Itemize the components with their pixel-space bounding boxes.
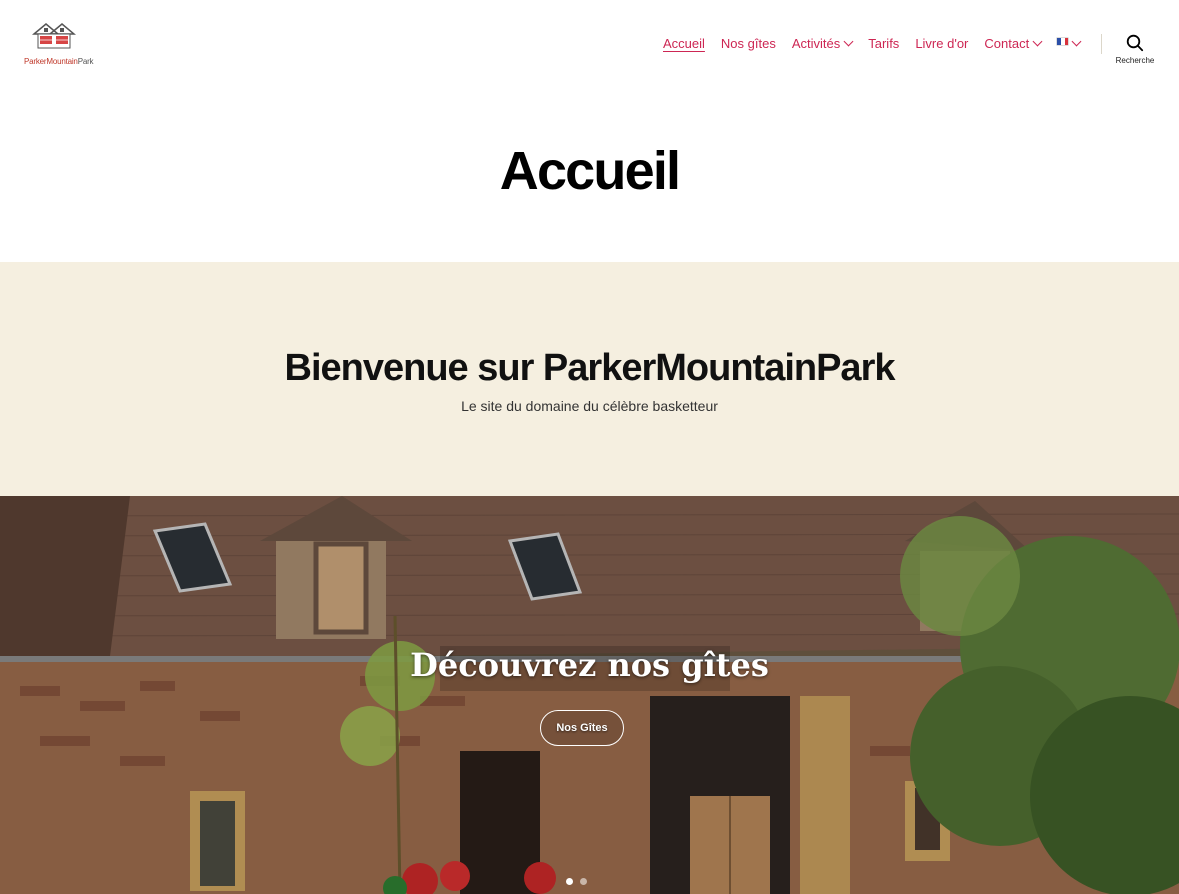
nav-item-label: Tarifs — [868, 36, 900, 51]
fr-flag-icon — [1057, 37, 1069, 45]
slider-dot-2[interactable] — [580, 878, 587, 885]
nav-item-label: Accueil — [663, 36, 705, 51]
header-divider — [1101, 34, 1102, 54]
page-title: Accueil — [499, 141, 681, 201]
logo-text-mountain: Mountain — [46, 57, 78, 66]
site-logo-text: ParkerMountainPark — [24, 57, 94, 66]
search-label: Recherche — [1115, 56, 1155, 65]
logo-text-parker: Parker — [24, 57, 47, 66]
nav-item-label: Activités — [791, 36, 841, 51]
site-header: ParkerMountainPark Accueil Nos gîtes Act… — [0, 0, 1179, 96]
intro-section: Bienvenue sur ParkerMountainPark Le site… — [0, 262, 1179, 496]
house-logo-icon — [32, 23, 76, 49]
nav-item-label: Contact — [984, 36, 1030, 51]
intro-heading: Bienvenue sur ParkerMountainPark — [284, 347, 896, 389]
nav-item-label: Livre d'or — [915, 36, 969, 51]
primary-nav: Accueil Nos gîtes Activités Tarifs Livre… — [663, 36, 1096, 51]
nav-item-activites[interactable]: Activités — [791, 36, 854, 51]
chevron-down-icon — [1071, 36, 1082, 47]
chevron-down-icon — [843, 36, 854, 47]
slider-dot-1[interactable] — [566, 878, 573, 885]
hero-title: Découvrez nos gîtes — [410, 646, 769, 684]
intro-subtitle: Le site du domaine du célèbre basketteur — [461, 398, 718, 414]
nav-item-label: Nos gîtes — [720, 36, 776, 51]
search-icon — [1126, 34, 1144, 52]
hero-image — [0, 496, 1179, 894]
nav-item-contact[interactable]: Contact — [984, 36, 1043, 51]
language-switcher[interactable] — [1057, 36, 1082, 47]
nav-item-livre-dor[interactable]: Livre d'or — [915, 36, 968, 51]
nav-item-accueil[interactable]: Accueil — [663, 36, 705, 51]
site-logo[interactable]: ParkerMountainPark — [24, 20, 94, 68]
chevron-down-icon — [1032, 36, 1043, 47]
nav-item-tarifs[interactable]: Tarifs — [868, 36, 899, 51]
logo-text-park: Park — [77, 57, 94, 66]
nav-item-nos-gites[interactable]: Nos gîtes — [721, 36, 776, 51]
search-toggle-button[interactable]: Recherche — [1110, 34, 1160, 70]
nos-gites-button[interactable]: Nos Gîtes — [540, 710, 624, 746]
slider-dots — [566, 878, 587, 885]
hero-slider: Découvrez nos gîtes Nos Gîtes — [0, 496, 1179, 894]
